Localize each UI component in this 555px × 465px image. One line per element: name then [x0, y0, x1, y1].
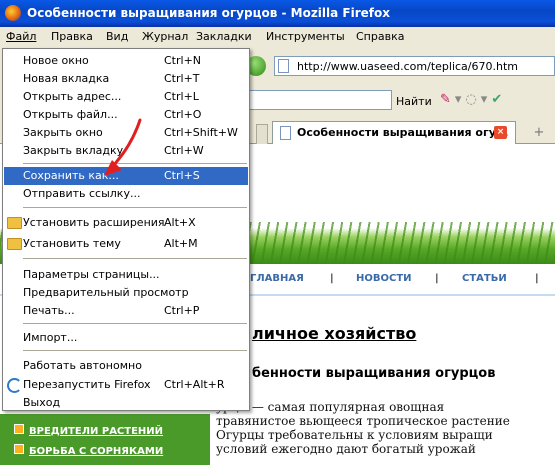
menu-item-send-link[interactable]: Отправить ссылку... — [4, 185, 248, 203]
menu-item-label: Отправить ссылку... — [23, 187, 141, 200]
article-text: урцы — самая популярная овощная травянис… — [216, 400, 555, 456]
menu-item-label: Закрыть окно — [23, 126, 103, 139]
menu-bar: Файл Правка Вид Журнал Закладки Инструме… — [0, 27, 555, 47]
tab-active[interactable]: Особенности выращивания огу... — [272, 121, 516, 144]
tab-scroll-left[interactable] — [256, 124, 268, 144]
menu-tools[interactable]: Инструменты — [266, 30, 345, 43]
menu-separator — [23, 207, 247, 208]
menu-help[interactable]: Справка — [356, 30, 404, 43]
menu-item-new-window[interactable]: Новое окно Ctrl+N — [4, 52, 248, 70]
nav-articles[interactable]: СТАТЬИ — [462, 273, 507, 284]
folder-icon — [7, 217, 22, 229]
menu-item-label: Новая вкладка — [23, 72, 110, 85]
article-line: Огурцы требовательны к условиям выращи — [216, 428, 493, 442]
sidebar-link-weeds[interactable]: БОРЬБА С СОРНЯКАМИ — [14, 444, 163, 457]
folder-icon — [7, 238, 22, 250]
page-icon — [280, 126, 291, 140]
menu-item-label: Установить расширения — [23, 216, 165, 229]
menu-item-new-tab[interactable]: Новая вкладка Ctrl+T — [4, 70, 248, 88]
menu-item-shortcut: Ctrl+L — [164, 90, 199, 103]
menu-item-shortcut: Ctrl+P — [164, 304, 200, 317]
bullet-icon — [14, 424, 24, 434]
tab-close-icon[interactable]: × — [494, 126, 507, 139]
menu-item-label: Открыть файл... — [23, 108, 118, 121]
menu-separator — [23, 258, 247, 259]
toolbar-extension-icons[interactable]: ✎▾◌▾✔ — [440, 92, 506, 107]
menu-item-shortcut: Ctrl+O — [164, 108, 202, 121]
menu-item-label: Импорт... — [23, 331, 78, 344]
menu-item-close-tab[interactable]: Закрыть вкладку Ctrl+W — [4, 142, 248, 160]
menu-history[interactable]: Журнал — [142, 30, 188, 43]
menu-item-shortcut: Alt+M — [164, 237, 198, 250]
menu-item-label: Сохранить как... — [23, 169, 119, 182]
sidebar-link-label: ВРЕДИТЕЛИ РАСТЕНИЙ — [29, 426, 164, 437]
nav-home[interactable]: ГЛАВНАЯ — [250, 273, 304, 284]
menu-item-label: Новое окно — [23, 54, 89, 67]
menu-item-shortcut: Ctrl+W — [164, 144, 204, 157]
window-title: Особенности выращивания огурцов - Mozill… — [27, 6, 390, 20]
reload-icon — [7, 378, 22, 393]
sidebar-link-label: БОРЬБА С СОРНЯКАМИ — [29, 446, 164, 457]
firefox-logo-icon — [5, 5, 21, 21]
page-heading[interactable]: личное хозяйство — [252, 324, 416, 343]
menu-item-shortcut: Ctrl+Shift+W — [164, 126, 238, 139]
menu-item-page-setup[interactable]: Параметры страницы... — [4, 266, 248, 284]
menu-item-label: Открыть адрес... — [23, 90, 122, 103]
new-tab-icon[interactable]: + — [530, 124, 548, 142]
window-titlebar: Особенности выращивания огурцов - Mozill… — [0, 0, 555, 27]
nav-separator: | — [330, 273, 334, 284]
nav-news[interactable]: НОВОСТИ — [356, 273, 412, 284]
tab-label: Особенности выращивания огу... — [297, 126, 509, 139]
menu-item-label: Печать... — [23, 304, 75, 317]
page-icon — [278, 59, 289, 73]
menu-item-import[interactable]: Импорт... — [4, 329, 248, 347]
menu-item-work-offline[interactable]: Работать автономно — [4, 357, 248, 375]
nav-separator: | — [435, 273, 439, 284]
find-button[interactable]: Найти — [396, 95, 432, 108]
menu-item-label: Перезапустить Firefox — [23, 378, 151, 391]
menu-item-save-as[interactable]: Сохранить как... Ctrl+S — [4, 167, 248, 185]
address-url: http://www.uaseed.com/teplica/670.htm — [297, 60, 518, 73]
menu-view[interactable]: Вид — [106, 30, 128, 43]
article-line: урцы — самая популярная овощная — [216, 400, 445, 414]
bullet-icon — [14, 444, 24, 454]
article-line: условий ежегодно дают богатый урожай — [216, 442, 476, 456]
menu-item-label: Закрыть вкладку — [23, 144, 124, 157]
menu-bookmarks[interactable]: Закладки — [196, 30, 252, 43]
nav-separator: | — [535, 273, 539, 284]
menu-item-install-theme[interactable]: Установить тему Alt+M — [4, 235, 248, 253]
menu-item-exit[interactable]: Выход — [4, 394, 248, 412]
menu-item-label: Предварительный просмотр — [23, 286, 189, 299]
article-line: травянистое вьющееся тропическое растени… — [216, 414, 510, 428]
menu-item-print[interactable]: Печать... Ctrl+P — [4, 302, 248, 320]
menu-item-label: Работать автономно — [23, 359, 142, 372]
menu-edit[interactable]: Правка — [51, 30, 93, 43]
menu-item-print-preview[interactable]: Предварительный просмотр — [4, 284, 248, 302]
menu-item-close-window[interactable]: Закрыть окно Ctrl+Shift+W — [4, 124, 248, 142]
article-title: бенности выращивания огурцов — [252, 366, 496, 381]
sidebar: ВРЕДИТЕЛИ РАСТЕНИЙ БОРЬБА С СОРНЯКАМИ — [0, 414, 210, 465]
menu-separator — [23, 323, 247, 324]
menu-item-install-extensions[interactable]: Установить расширения Alt+X — [4, 214, 248, 232]
menu-item-label: Выход — [23, 396, 61, 409]
file-menu-dropdown: Новое окно Ctrl+N Новая вкладка Ctrl+T Отк… — [2, 48, 250, 411]
menu-item-shortcut: Ctrl+S — [164, 169, 200, 182]
sidebar-link-pests[interactable]: ВРЕДИТЕЛИ РАСТЕНИЙ — [14, 424, 163, 437]
menu-item-open-file[interactable]: Открыть файл... Ctrl+O — [4, 106, 248, 124]
menu-item-shortcut: Ctrl+Alt+R — [164, 378, 225, 391]
menu-item-shortcut: Ctrl+N — [164, 54, 202, 67]
menu-item-shortcut: Ctrl+T — [164, 72, 200, 85]
menu-separator — [23, 350, 247, 351]
menu-item-restart-firefox[interactable]: Перезапустить Firefox Ctrl+Alt+R — [4, 376, 248, 394]
menu-separator — [23, 163, 247, 164]
menu-file[interactable]: Файл — [6, 30, 36, 43]
menu-item-label: Установить тему — [23, 237, 121, 250]
address-bar[interactable]: http://www.uaseed.com/teplica/670.htm — [274, 56, 555, 76]
menu-item-label: Параметры страницы... — [23, 268, 160, 281]
menu-item-shortcut: Alt+X — [164, 216, 196, 229]
menu-item-open-location[interactable]: Открыть адрес... Ctrl+L — [4, 88, 248, 106]
search-input[interactable] — [244, 90, 392, 110]
